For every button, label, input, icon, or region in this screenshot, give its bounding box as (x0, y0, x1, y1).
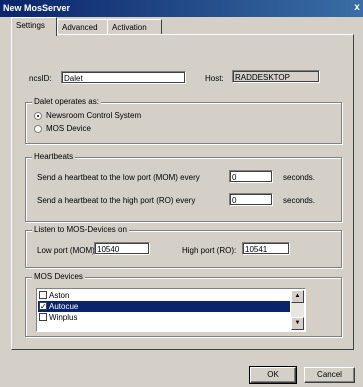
host-field: RADDESKTOP (232, 70, 320, 83)
scroll-up-icon[interactable]: ▲ (291, 290, 304, 303)
autocue-checkbox[interactable]: ✓ (39, 302, 47, 311)
list-item-aston[interactable]: Aston (38, 290, 290, 301)
newsroom-label[interactable]: Newsroom Control System (46, 111, 141, 120)
high-port-field[interactable]: 10541 (242, 242, 290, 255)
mos-devices-list[interactable]: Aston ✓ Autocue Winplus ▲ ▼ (36, 288, 306, 332)
low-port-label: Low port (MOM): (37, 246, 98, 255)
autocue-label: Autocue (49, 302, 79, 311)
listen-title: Listen to MOS-Devices on (32, 225, 129, 234)
heartbeats-group: Heartbeats Send a heartbeat to the low p… (25, 152, 342, 222)
list-item-autocue[interactable]: ✓ Autocue (38, 301, 290, 312)
operates-as-group: Dalet operates as: Newsroom Control Syst… (25, 97, 342, 144)
aston-label: Aston (49, 291, 70, 300)
heartbeat-low-unit: seconds. (283, 173, 316, 182)
tab-activation[interactable]: Activation (107, 19, 162, 35)
ok-button[interactable]: OK (249, 366, 297, 384)
settings-panel: ncsID: Dalet Host: RADDESKTOP Dalet oper… (11, 34, 354, 350)
high-port-label: High port (RO): (182, 246, 237, 255)
heartbeat-high-field[interactable]: 0 (229, 193, 273, 206)
heartbeat-low-field[interactable]: 0 (229, 170, 273, 183)
listen-group: Listen to MOS-Devices on Low port (MOM):… (25, 225, 342, 268)
tab-advanced[interactable]: Advanced (57, 19, 108, 35)
low-port-field[interactable]: 10540 (94, 242, 150, 255)
winplus-checkbox[interactable] (39, 313, 47, 321)
mos-devices-group: MOS Devices Aston ✓ Autocue Winplus ▲ ▼ (25, 272, 342, 337)
list-item-winplus[interactable]: Winplus (38, 312, 290, 323)
mos-devices-scrollbar[interactable]: ▲ ▼ (291, 290, 304, 330)
newsroom-radio[interactable] (34, 112, 42, 120)
mos-device-radio[interactable] (34, 125, 42, 133)
heartbeats-title: Heartbeats (32, 152, 76, 161)
heartbeat-low-label: Send a heartbeat to the low port (MOM) e… (37, 173, 200, 182)
title-bar: New MosServer x (0, 0, 363, 17)
window-title: New MosServer (3, 3, 71, 13)
aston-checkbox[interactable] (39, 291, 47, 299)
heartbeat-high-unit: seconds. (283, 196, 316, 205)
host-label: Host: (205, 74, 224, 83)
winplus-label: Winplus (49, 313, 78, 322)
mos-devices-title: MOS Devices (32, 272, 85, 281)
ncsid-field[interactable]: Dalet (61, 71, 186, 84)
operates-as-title: Dalet operates as: (32, 97, 101, 106)
ncsid-label: ncsID: (29, 74, 52, 83)
heartbeat-high-label: Send a heartbeat to the high port (RO) e… (37, 196, 196, 205)
close-icon[interactable]: x (351, 1, 363, 15)
tab-settings[interactable]: Settings (11, 17, 57, 36)
scroll-down-icon[interactable]: ▼ (291, 317, 304, 330)
cancel-button[interactable]: Cancel (304, 367, 355, 383)
mos-device-label[interactable]: MOS Device (46, 124, 91, 133)
